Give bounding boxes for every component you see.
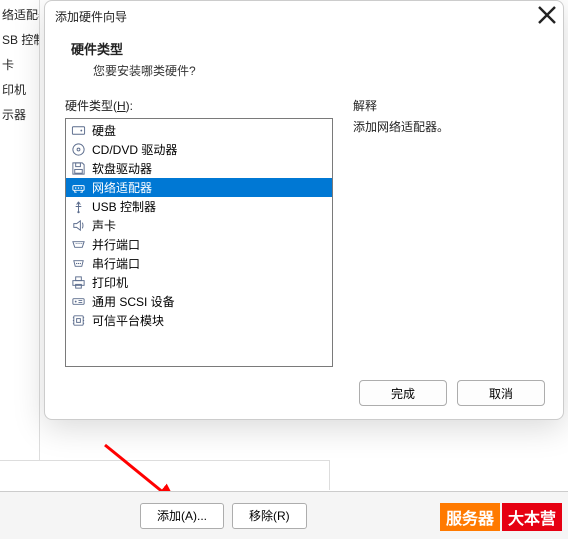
watermark-part-b: 大本营 <box>502 503 562 531</box>
bg-sidebar-item[interactable]: 示器 <box>0 102 39 127</box>
dialog-title: 添加硬件向导 <box>55 8 127 25</box>
list-item[interactable]: 声卡 <box>66 216 332 235</box>
list-item[interactable]: 网络适配器 <box>66 178 332 197</box>
list-item[interactable]: USB 控制器 <box>66 197 332 216</box>
list-item-label: CD/DVD 驱动器 <box>92 141 177 158</box>
add-hardware-wizard-dialog: 添加硬件向导 硬件类型 您要安装哪类硬件? 硬件类型(H): 硬盘 CD/DVD … <box>44 0 564 420</box>
remove-button[interactable]: 移除(R) <box>232 503 307 529</box>
hardware-type-listbox[interactable]: 硬盘 CD/DVD 驱动器软盘驱动器网络适配器 USB 控制器声卡并行端口串行端口打… <box>65 118 333 367</box>
dialog-titlebar: 添加硬件向导 <box>45 1 563 31</box>
bg-sidebar-item[interactable]: 印机 <box>0 77 39 102</box>
disk-icon <box>70 123 86 139</box>
dialog-body: 硬件类型(H): 硬盘 CD/DVD 驱动器软盘驱动器网络适配器 USB 控制器声卡… <box>45 91 563 367</box>
list-item-label: 打印机 <box>92 274 128 291</box>
background-sidebar: 络适配器 SB 控制器 卡 印机 示器 <box>0 0 40 460</box>
bg-sidebar-item[interactable]: 卡 <box>0 52 39 77</box>
list-item[interactable]: 可信平台模块 <box>66 311 332 330</box>
printer-icon <box>70 275 86 291</box>
list-item-label: 并行端口 <box>92 236 140 253</box>
explanation-column: 解释 添加网络适配器。 <box>353 97 543 367</box>
bg-sidebar-item[interactable]: 络适配器 <box>0 2 39 27</box>
hardware-type-label: 硬件类型(H): <box>65 97 333 114</box>
cd-icon <box>70 142 86 158</box>
list-item-label: 声卡 <box>92 217 116 234</box>
list-item-label: 网络适配器 <box>92 179 152 196</box>
list-item[interactable]: 硬盘 <box>66 121 332 140</box>
floppy-icon <box>70 161 86 177</box>
scsi-icon <box>70 294 86 310</box>
explanation-label: 解释 <box>353 97 543 114</box>
watermark-part-a: 服务器 <box>440 503 500 531</box>
list-item-label: 软盘驱动器 <box>92 160 152 177</box>
list-item[interactable]: 串行端口 <box>66 254 332 273</box>
add-button[interactable]: 添加(A)... <box>140 503 224 529</box>
dialog-header-title: 硬件类型 <box>71 39 537 58</box>
list-item[interactable]: CD/DVD 驱动器 <box>66 140 332 159</box>
list-item-label: 通用 SCSI 设备 <box>92 293 175 310</box>
list-item[interactable]: 通用 SCSI 设备 <box>66 292 332 311</box>
close-button[interactable] <box>537 5 557 25</box>
finish-button[interactable]: 完成 <box>359 380 447 406</box>
bg-sidebar-item[interactable]: SB 控制器 <box>0 27 39 52</box>
hardware-type-column: 硬件类型(H): 硬盘 CD/DVD 驱动器软盘驱动器网络适配器 USB 控制器声卡… <box>65 97 333 367</box>
watermark: 服务器 大本营 <box>440 503 562 531</box>
list-item-label: 可信平台模块 <box>92 312 164 329</box>
explanation-text: 添加网络适配器。 <box>353 118 543 135</box>
list-item-label: 硬盘 <box>92 122 116 139</box>
list-item[interactable]: 并行端口 <box>66 235 332 254</box>
sound-icon <box>70 218 86 234</box>
list-item-label: 串行端口 <box>92 255 140 272</box>
serial-icon <box>70 256 86 272</box>
cancel-button[interactable]: 取消 <box>457 380 545 406</box>
dialog-footer: 完成 取消 <box>45 367 563 419</box>
usb-icon <box>70 199 86 215</box>
dialog-header-subtitle: 您要安装哪类硬件? <box>71 62 537 79</box>
background-panel-edge <box>0 460 330 490</box>
parallel-icon <box>70 237 86 253</box>
close-icon <box>537 5 557 25</box>
list-item[interactable]: 软盘驱动器 <box>66 159 332 178</box>
list-item-label: USB 控制器 <box>92 198 156 215</box>
dialog-header: 硬件类型 您要安装哪类硬件? <box>45 31 563 91</box>
network-icon <box>70 180 86 196</box>
tpm-icon <box>70 313 86 329</box>
list-item[interactable]: 打印机 <box>66 273 332 292</box>
